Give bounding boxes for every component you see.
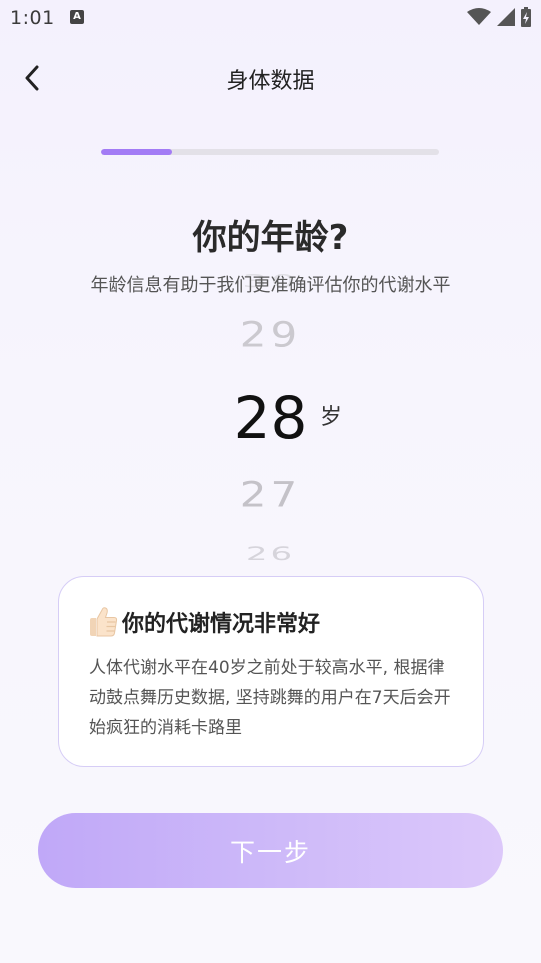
card-body-text: 人体代谢水平在40岁之前处于较高水平, 根据律动鼓点舞历史数据, 坚持跳舞的用户… [89, 658, 451, 738]
status-bar: 1:01 A [0, 0, 541, 36]
wifi-icon [467, 8, 491, 25]
card-title: 你的代谢情况非常好 [122, 612, 321, 637]
question-title: 你的年龄? [192, 218, 349, 258]
picker-option[interactable]: 26 [0, 543, 541, 565]
metabolism-info-card: 你的代谢情况非常好 人体代谢水平在40岁之前处于较高水平, 根据律动鼓点舞历史数… [58, 576, 484, 767]
card-title-row: 你的代谢情况非常好 [87, 605, 320, 639]
battery-icon [521, 7, 531, 27]
next-step-button-label: 下一步 [229, 838, 311, 867]
status-time: 1:01 [10, 7, 55, 29]
progress-fill [101, 149, 172, 155]
page-title: 身体数据 [226, 69, 315, 94]
next-step-button[interactable]: 下一步 [38, 813, 503, 888]
cellular-signal-icon [497, 8, 515, 26]
age-unit-label: 岁 [320, 405, 343, 430]
picker-option[interactable]: 29 [0, 314, 541, 354]
notification-icon: A [70, 10, 84, 24]
picker-option-selected[interactable]: 28 [0, 384, 541, 452]
question-subtitle: 年龄信息有助于我们更准确评估你的代谢水平 [90, 275, 451, 296]
header: 身体数据 [0, 50, 541, 106]
status-icons [467, 7, 531, 27]
picker-option[interactable]: 27 [0, 474, 541, 514]
thumbs-up-icon [90, 607, 118, 637]
progress-bar [101, 149, 439, 155]
age-picker[interactable]: 30 29 28 27 26 岁 [0, 258, 541, 568]
